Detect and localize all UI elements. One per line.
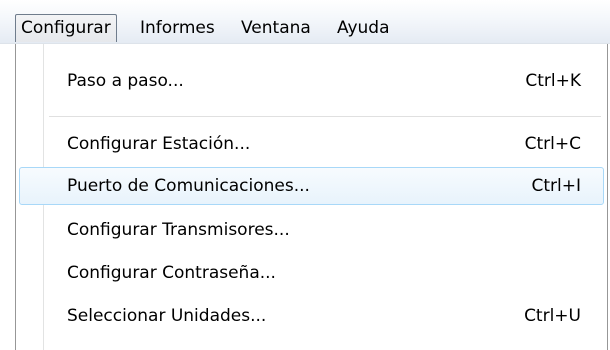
menu-item-label: Puerto de Comunicaciones... (67, 176, 310, 196)
menu-item-configurar-transmisores[interactable]: Configurar Transmisores... (19, 211, 604, 249)
menu-informes[interactable]: Informes (140, 18, 215, 38)
menu-item-shortcut: Ctrl+C (524, 134, 581, 154)
menu-item-configurar-estacion[interactable]: Configurar Estación... Ctrl+C (19, 125, 604, 163)
menu-item-shortcut: Ctrl+K (525, 71, 581, 91)
menu-item-puerto-de-comunicaciones[interactable]: Puerto de Comunicaciones... Ctrl+I (19, 167, 604, 205)
menu-bar: Configurar Informes Ventana Ayuda (0, 0, 610, 44)
configurar-dropdown-menu: Paso a paso... Ctrl+K Configurar Estació… (15, 44, 608, 350)
menu-item-label: Paso a paso... (67, 71, 184, 91)
menu-ventana[interactable]: Ventana (241, 18, 311, 38)
menu-item-seleccionar-unidades[interactable]: Seleccionar Unidades... Ctrl+U (19, 297, 604, 335)
menu-item-shortcut: Ctrl+U (524, 306, 581, 326)
menu-item-label: Configurar Transmisores... (67, 220, 290, 240)
menu-item-paso-a-paso[interactable]: Paso a paso... Ctrl+K (19, 62, 604, 100)
menu-item-label: Seleccionar Unidades... (67, 306, 267, 326)
menu-item-label: Configurar Estación... (67, 134, 251, 154)
menu-item-configurar-contrasena[interactable]: Configurar Contraseña... (19, 254, 604, 292)
menu-item-shortcut: Ctrl+I (531, 176, 581, 196)
menu-configurar[interactable]: Configurar (15, 14, 117, 42)
menu-separator (49, 116, 601, 118)
menu-item-label: Configurar Contraseña... (67, 263, 276, 283)
menu-ayuda[interactable]: Ayuda (337, 18, 390, 38)
